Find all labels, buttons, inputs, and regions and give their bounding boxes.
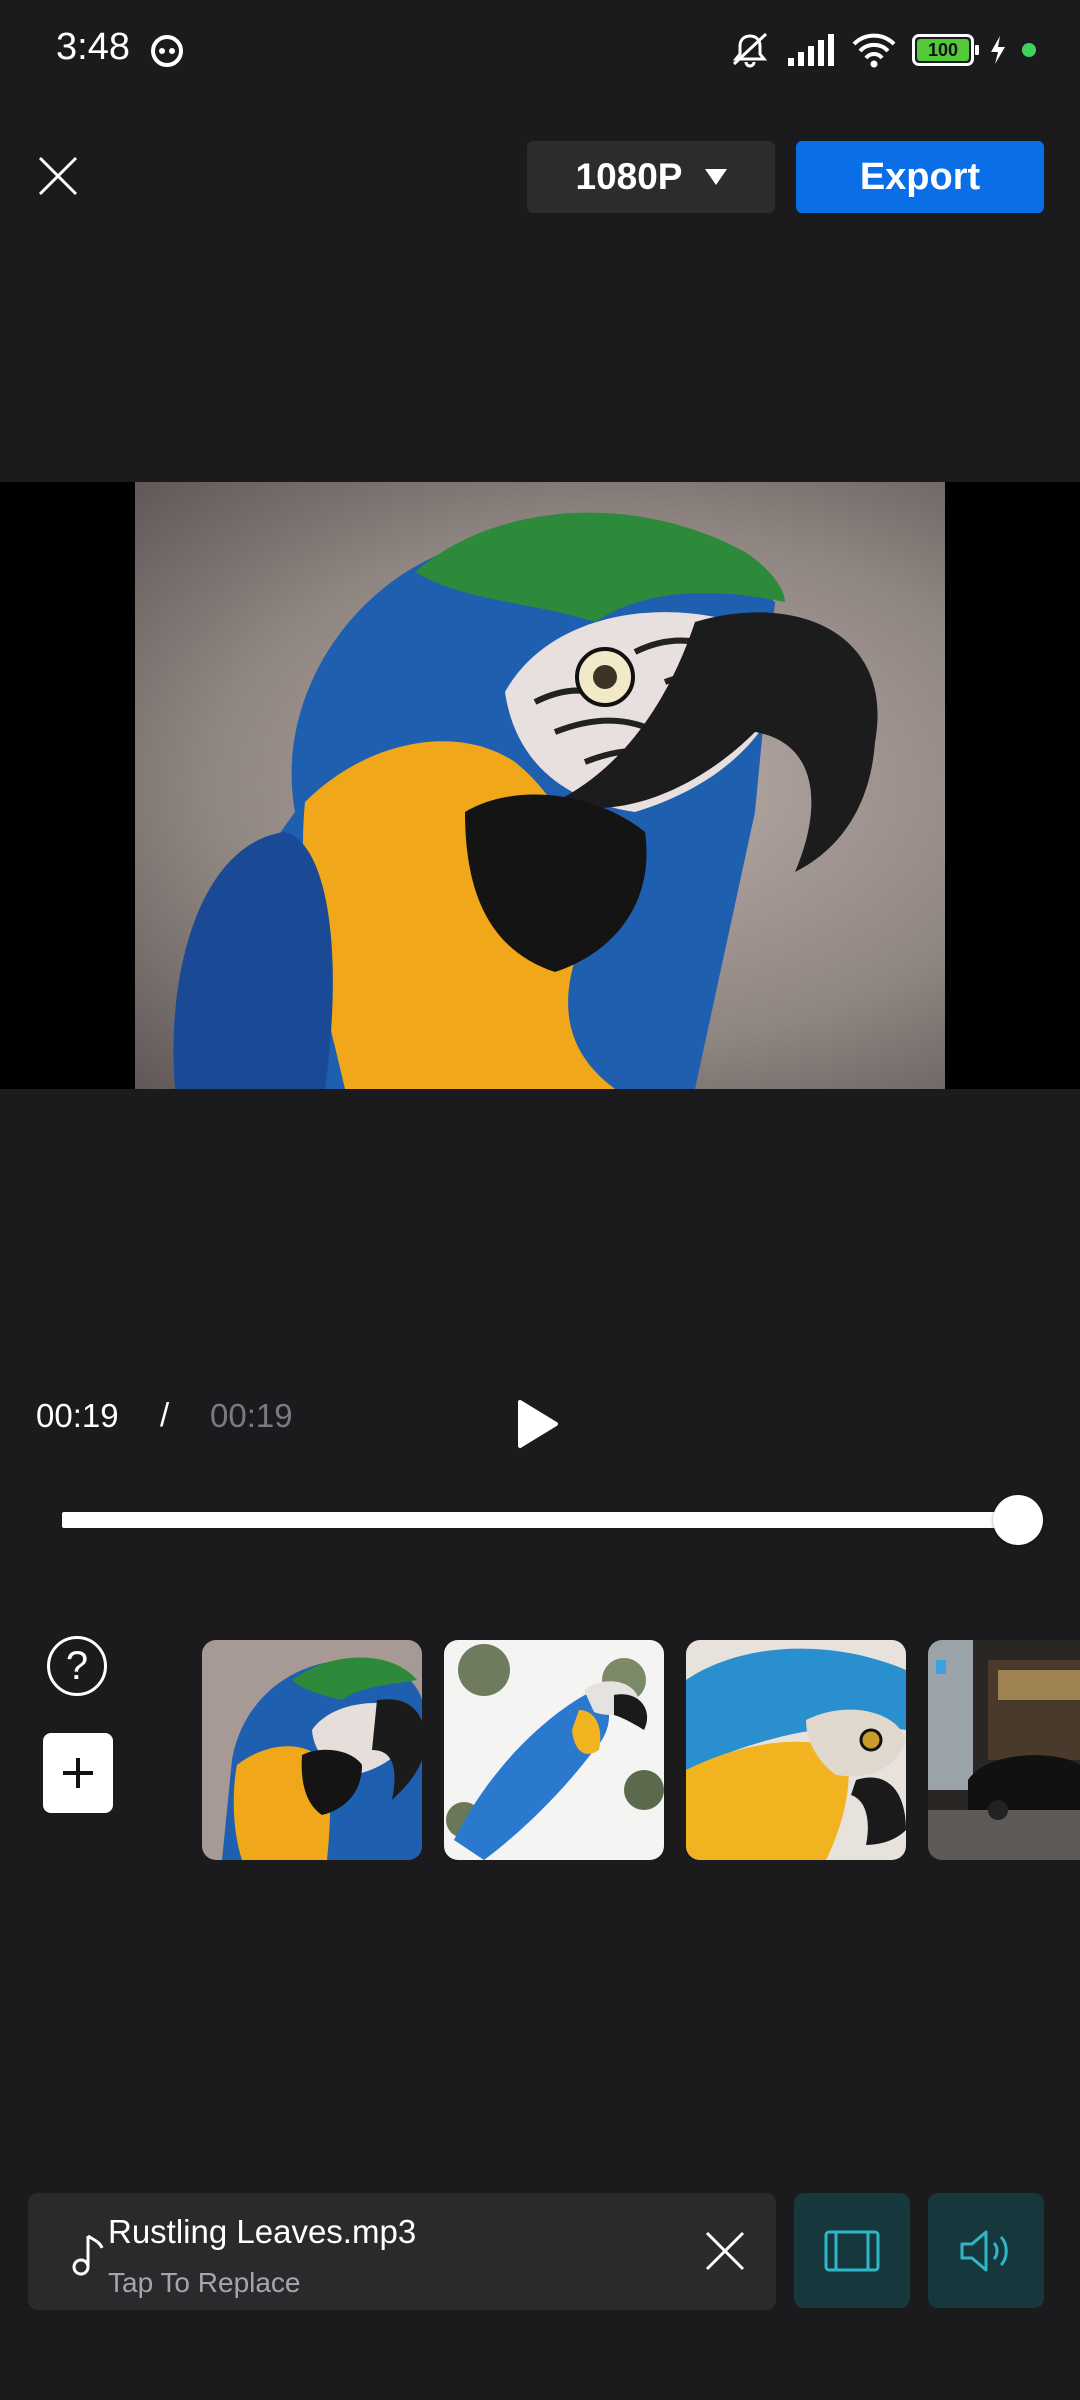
speaker-icon: [960, 2230, 1008, 2271]
music-track-bar[interactable]: Rustling Leaves.mp3 Tap To Replace: [28, 2193, 776, 2310]
assistant-face-icon: [151, 35, 183, 67]
aspect-ratio-button[interactable]: [794, 2193, 910, 2308]
video-preview[interactable]: [135, 482, 945, 1089]
clip-thumbnail[interactable]: [928, 1640, 1080, 1860]
aspect-ratio-icon: [824, 2230, 880, 2271]
mute-icon: [732, 32, 768, 68]
playback-scrubber[interactable]: [62, 1512, 1018, 1528]
clip-macaw-closeup: [202, 1640, 422, 1860]
clip-macaw-profile: [686, 1640, 906, 1860]
close-icon[interactable]: [34, 152, 82, 200]
macaw-preview-image: [173, 512, 878, 1089]
export-button[interactable]: Export: [796, 141, 1044, 213]
caret-down-icon: [704, 169, 727, 185]
clip-thumbnail[interactable]: [202, 1640, 422, 1860]
privacy-indicator-dot: [1022, 43, 1036, 57]
remove-music-icon[interactable]: [703, 2229, 747, 2273]
signal-icon: [788, 34, 834, 66]
total-time: 00:19: [210, 1397, 293, 1434]
battery-icon: 100: [912, 34, 979, 66]
play-icon[interactable]: [512, 1396, 560, 1452]
clip-thumbnail[interactable]: [686, 1640, 906, 1860]
resolution-dropdown[interactable]: 1080P: [527, 141, 775, 213]
charging-icon: [991, 36, 1005, 64]
status-icons: 100: [728, 28, 1036, 72]
help-button[interactable]: ?: [47, 1636, 107, 1696]
music-title: Rustling Leaves.mp3: [108, 2213, 417, 2250]
music-note-icon: [72, 2234, 104, 2276]
clip-car-street: [928, 1640, 1080, 1860]
scrubber-handle[interactable]: [993, 1495, 1043, 1545]
time-separator: /: [160, 1396, 170, 1433]
current-time: 00:19: [36, 1397, 119, 1434]
volume-button[interactable]: [928, 2193, 1044, 2308]
clip-macaw-branch: [444, 1640, 664, 1860]
status-time: 3:48: [56, 26, 130, 68]
wifi-icon: [852, 33, 896, 68]
add-clip-button[interactable]: [43, 1733, 113, 1813]
clip-thumbnail[interactable]: [444, 1640, 664, 1860]
music-replace-hint: Tap To Replace: [108, 2267, 301, 2298]
resolution-label: 1080P: [575, 156, 683, 197]
plus-icon: [63, 1758, 93, 1788]
battery-level: 100: [917, 39, 969, 61]
